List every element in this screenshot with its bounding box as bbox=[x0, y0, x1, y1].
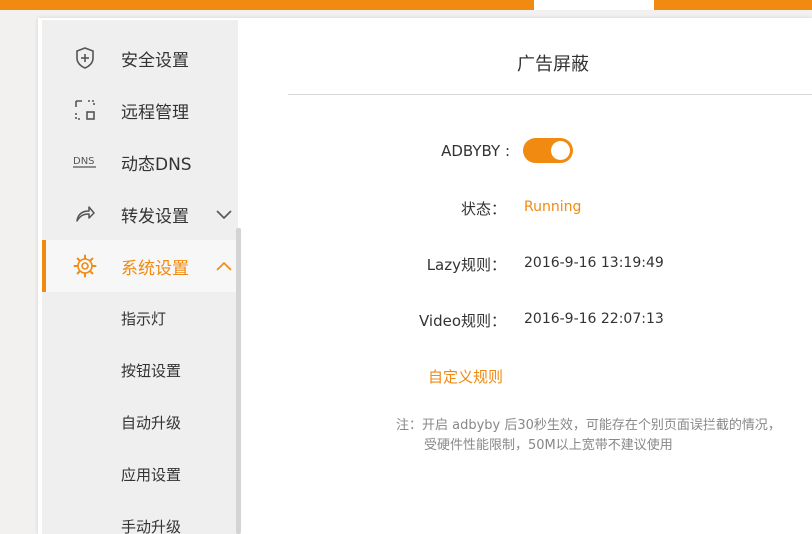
sidebar-subitem-manual-upgrade[interactable]: 手动升级 bbox=[42, 500, 238, 534]
note-line-1: 注：开启 adbyby 后30秒生效，可能存在个别页面误拦截的情况， bbox=[396, 418, 781, 433]
sidebar-item-label: 动态DNS bbox=[121, 154, 192, 175]
chevron-down-icon[interactable] bbox=[214, 204, 234, 224]
sidebar-item-security[interactable]: 安全设置 bbox=[42, 32, 238, 84]
top-nav-active-tab[interactable] bbox=[534, 0, 654, 10]
sidebar-subitem-label: 按钮设置 bbox=[121, 361, 182, 380]
sidebar: 安全设置 远程管理 DNS 动态DNS 转发设置 系统设置 指示灯 按钮设置 自… bbox=[42, 20, 238, 534]
note-line-2: 受硬件性能限制，50M以上宽带不建议使用 bbox=[424, 438, 673, 453]
status-value: Running bbox=[524, 199, 582, 215]
share-arrow-icon bbox=[72, 201, 98, 227]
usage-note: 注：开启 adbyby 后30秒生效，可能存在个别页面误拦截的情况， 受硬件性能… bbox=[396, 416, 812, 456]
adbyby-toggle[interactable] bbox=[523, 138, 573, 163]
sidebar-subitem-label: 指示灯 bbox=[121, 309, 167, 328]
toggle-knob bbox=[551, 141, 570, 160]
svg-text:DNS: DNS bbox=[73, 156, 95, 167]
sidebar-item-system[interactable]: 系统设置 bbox=[42, 240, 238, 292]
sidebar-item-label: 系统设置 bbox=[121, 258, 189, 279]
title-divider bbox=[288, 94, 812, 95]
remote-manage-icon bbox=[72, 97, 98, 123]
sidebar-item-label: 远程管理 bbox=[121, 102, 189, 123]
sidebar-subitem-auto-upgrade[interactable]: 自动升级 bbox=[42, 396, 238, 448]
sidebar-subitem-indicator[interactable]: 指示灯 bbox=[42, 292, 238, 344]
lazy-rule-value: 2016-9-16 13:19:49 bbox=[524, 255, 664, 271]
sidebar-subitem-buttons[interactable]: 按钮设置 bbox=[42, 344, 238, 396]
sidebar-item-label: 安全设置 bbox=[121, 50, 189, 71]
sidebar-item-ddns[interactable]: DNS 动态DNS bbox=[42, 136, 238, 188]
shield-plus-icon bbox=[72, 45, 98, 71]
sidebar-subitem-app-settings[interactable]: 应用设置 bbox=[42, 448, 238, 500]
custom-rules-link[interactable]: 自定义规则 bbox=[428, 366, 503, 387]
sidebar-item-remote[interactable]: 远程管理 bbox=[42, 84, 238, 136]
page-title: 广告屏蔽 bbox=[517, 54, 589, 75]
chevron-up-icon[interactable] bbox=[214, 256, 234, 276]
top-nav-bar bbox=[0, 0, 812, 10]
sidebar-subitem-label: 自动升级 bbox=[121, 413, 182, 432]
sidebar-item-forwarding[interactable]: 转发设置 bbox=[42, 188, 238, 240]
video-rule-value: 2016-9-16 22:07:13 bbox=[524, 311, 664, 327]
sidebar-item-label: 转发设置 bbox=[121, 206, 189, 227]
sidebar-subitem-label: 手动升级 bbox=[121, 517, 182, 534]
main-panel bbox=[243, 20, 812, 534]
gear-icon bbox=[72, 253, 98, 279]
dns-icon: DNS bbox=[72, 149, 98, 175]
sidebar-subitem-label: 应用设置 bbox=[121, 465, 182, 484]
lazy-rule-label: Lazy规则： bbox=[426, 256, 506, 274]
sidebar-scrollbar[interactable] bbox=[236, 228, 241, 534]
adbyby-label: ADBYBY : bbox=[441, 142, 510, 160]
video-rule-label: Video规则： bbox=[418, 312, 506, 330]
status-label: 状态： bbox=[460, 200, 506, 218]
